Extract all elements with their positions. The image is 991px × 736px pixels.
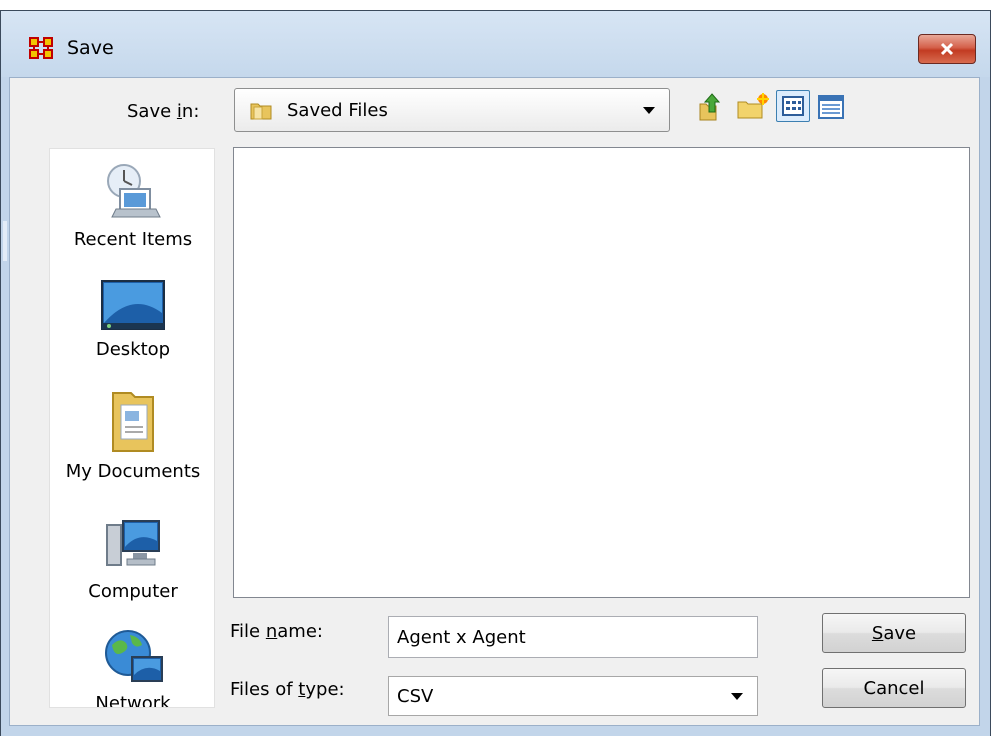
chevron-down-icon[interactable] (731, 692, 743, 700)
place-desktop[interactable]: Desktop (50, 279, 214, 360)
close-button[interactable] (918, 34, 976, 64)
place-label: Network (95, 693, 171, 708)
title-bar[interactable]: Save (1, 11, 990, 77)
cancel-button[interactable]: Cancel (822, 668, 966, 708)
computer-icon (106, 520, 160, 566)
save-in-value: Saved Files (287, 99, 388, 121)
place-network[interactable]: Network (50, 627, 214, 708)
place-computer[interactable]: Computer (50, 517, 214, 602)
save-button[interactable]: Save (822, 613, 966, 653)
files-of-type-combo[interactable]: CSV (388, 676, 758, 716)
save-dialog: Save Save in: Saved Files Recent Items D… (0, 10, 991, 736)
file-name-input[interactable] (388, 616, 758, 658)
place-recent-items[interactable]: Recent Items (50, 161, 214, 250)
list-view-button[interactable] (776, 90, 810, 122)
folder-icon (250, 103, 272, 120)
files-of-type-value: CSV (397, 685, 434, 707)
places-bar: Recent Items Desktop My Documents Comput… (49, 148, 215, 708)
place-label: Recent Items (73, 229, 193, 250)
place-label: Desktop (95, 339, 171, 360)
up-one-level-icon[interactable] (696, 92, 722, 122)
files-of-type-label: Files of type: (230, 679, 345, 700)
network-icon (105, 630, 163, 682)
window-title: Save (67, 37, 114, 59)
chevron-down-icon[interactable] (643, 106, 655, 114)
desktop-icon (101, 280, 165, 330)
save-in-label: Save in: (127, 101, 200, 122)
file-name-label: File name: (230, 621, 323, 642)
frame-highlight (3, 221, 7, 261)
place-label: My Documents (65, 461, 201, 482)
place-my-documents[interactable]: My Documents (50, 389, 214, 482)
save-in-combo[interactable]: Saved Files (234, 88, 670, 132)
dialog-body: Save in: Saved Files Recent Items Deskto… (9, 77, 980, 726)
list-view-icon (782, 96, 804, 116)
file-list[interactable] (233, 147, 970, 598)
app-network-icon (29, 37, 53, 59)
details-view-icon[interactable] (816, 93, 846, 121)
close-icon (940, 42, 954, 56)
new-folder-icon[interactable] (736, 92, 770, 122)
my-documents-icon (112, 392, 154, 452)
place-label: Computer (88, 581, 178, 602)
recent-items-icon (107, 164, 161, 218)
